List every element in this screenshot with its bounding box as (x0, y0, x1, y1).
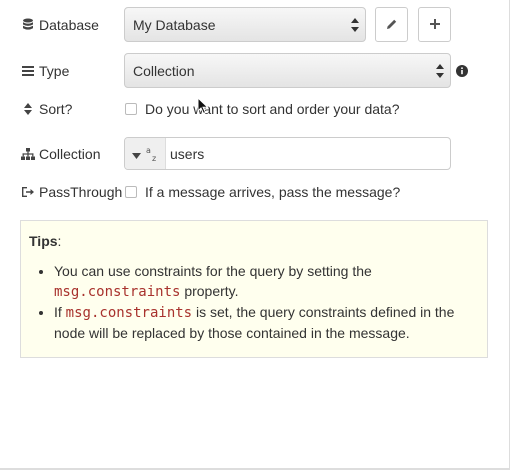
code-msg-constraints: msg.constraints (54, 284, 181, 300)
database-label: Database (20, 17, 124, 33)
select-arrows-icon (351, 17, 359, 33)
svg-text:a: a (146, 146, 151, 155)
collection-typed-input[interactable]: a z users (124, 137, 451, 170)
info-circle-icon[interactable] (456, 64, 468, 77)
database-row: Database My Database (20, 7, 451, 42)
sort-label: Sort? (20, 101, 124, 117)
sort-icon (20, 102, 36, 116)
tips-box: Tips: You can use constraints for the qu… (20, 220, 488, 358)
sitemap-icon (20, 147, 36, 160)
type-selector-button[interactable]: a z (125, 138, 166, 169)
plus-icon (429, 17, 441, 33)
passthrough-row: PassThrough If a message arrives, pass t… (20, 184, 400, 200)
passthrough-checkbox[interactable] (125, 186, 137, 198)
sort-checkbox[interactable] (125, 103, 137, 115)
type-row: Type Collection (20, 53, 468, 88)
tips-title: Tips (29, 233, 58, 249)
tips-heading: Tips: (29, 231, 479, 251)
string-type-icon: a z (146, 146, 158, 162)
collection-row: Collection a z users (20, 137, 451, 170)
database-select[interactable]: My Database (124, 7, 366, 42)
tips-title-colon: : (57, 233, 62, 249)
tips-item-2: If msg.constraints is set, the query con… (54, 302, 479, 343)
svg-text:z: z (152, 154, 156, 162)
list-icon (20, 65, 36, 77)
add-database-button[interactable] (418, 7, 451, 42)
tips-item-1: You can use constraints for the query by… (54, 261, 479, 302)
mouse-cursor-icon (197, 96, 209, 118)
database-select-value: My Database (133, 16, 216, 33)
sort-row: Sort? Do you want to sort and order your… (20, 101, 399, 117)
code-msg-constraints: msg.constraints (65, 305, 193, 321)
sort-checkbox-text: Do you want to sort and order your data? (145, 101, 400, 117)
type-select[interactable]: Collection (124, 53, 451, 88)
collection-value: users (170, 145, 205, 162)
type-label: Type (20, 63, 124, 79)
passthrough-label: PassThrough (20, 184, 124, 200)
database-icon (20, 18, 36, 32)
pencil-icon (386, 17, 398, 33)
select-arrows-icon (436, 63, 444, 79)
tips-list: You can use constraints for the query by… (29, 261, 479, 343)
edit-database-button[interactable] (375, 7, 408, 42)
type-select-value: Collection (133, 62, 195, 79)
caret-down-icon (132, 146, 141, 162)
passthrough-checkbox-text: If a message arrives, pass the message? (145, 184, 401, 200)
collection-label: Collection (20, 146, 124, 162)
sign-out-icon (20, 186, 36, 198)
